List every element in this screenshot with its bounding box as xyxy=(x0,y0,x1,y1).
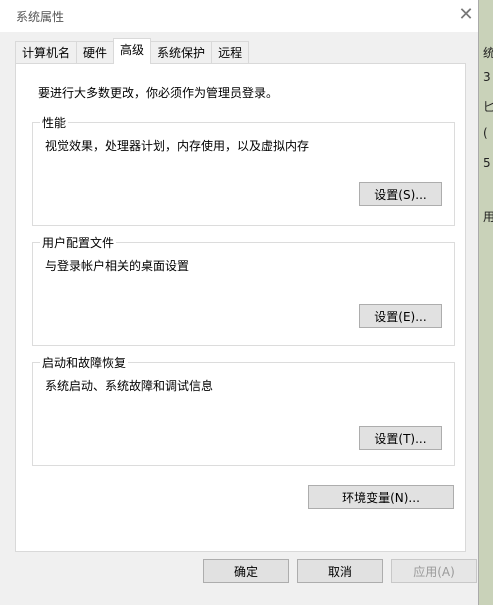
bg-glyph: ( xyxy=(483,126,488,140)
startup-recovery-group: 启动和故障恢复 系统启动、系统故障和调试信息 设置(T)... xyxy=(32,354,455,466)
window-title: 系统属性 xyxy=(16,10,65,24)
tab-hardware[interactable]: 硬件 xyxy=(76,41,115,64)
apply-button[interactable]: 应用(A) xyxy=(391,559,477,583)
user-profiles-group: 用户配置文件 与登录帐户相关的桌面设置 设置(E)... xyxy=(32,234,455,346)
tab-system-protection[interactable]: 系统保护 xyxy=(150,41,213,64)
performance-group: 性能 视觉效果，处理器计划，内存使用，以及虚拟内存 设置(S)... xyxy=(32,114,455,226)
tab-bar: 计算机名 硬件 高级 系统保护 远程 xyxy=(15,38,250,65)
background-window-right: 统 3 匕 ( 5 用 xyxy=(478,0,493,605)
bg-glyph: 5 xyxy=(483,156,491,170)
group-title: 用户配置文件 xyxy=(40,234,117,251)
tab-advanced[interactable]: 高级 xyxy=(113,38,152,64)
tab-remote[interactable]: 远程 xyxy=(211,41,250,64)
bg-glyph: 用 xyxy=(483,210,493,224)
bg-glyph: 统 xyxy=(483,46,493,60)
close-button[interactable]: ✕ xyxy=(455,4,477,26)
group-title: 启动和故障恢复 xyxy=(40,354,129,371)
admin-notice: 要进行大多数更改，你必须作为管理员登录。 xyxy=(38,86,279,100)
system-properties-dialog: 系统属性 ✕ 计算机名 硬件 高级 系统保护 远程 要进行大多数更改，你必须作为… xyxy=(0,0,479,605)
group-description: 视觉效果，处理器计划，内存使用，以及虚拟内存 xyxy=(45,139,310,153)
advanced-tab-panel: 要进行大多数更改，你必须作为管理员登录。 性能 视觉效果，处理器计划，内存使用，… xyxy=(15,63,466,552)
tab-computer-name[interactable]: 计算机名 xyxy=(15,41,78,64)
bg-glyph: 3 xyxy=(483,70,491,84)
performance-settings-button[interactable]: 设置(S)... xyxy=(359,182,442,206)
bg-glyph: 匕 xyxy=(483,100,493,114)
user-profiles-settings-button[interactable]: 设置(E)... xyxy=(359,304,442,328)
title-bar[interactable]: 系统属性 ✕ xyxy=(0,0,478,32)
group-description: 与登录帐户相关的桌面设置 xyxy=(45,259,190,273)
startup-recovery-settings-button[interactable]: 设置(T)... xyxy=(359,426,442,450)
cancel-button[interactable]: 取消 xyxy=(297,559,383,583)
group-title: 性能 xyxy=(40,114,69,131)
ok-button[interactable]: 确定 xyxy=(203,559,289,583)
environment-variables-button[interactable]: 环境变量(N)... xyxy=(308,485,454,509)
close-icon: ✕ xyxy=(458,4,474,25)
group-description: 系统启动、系统故障和调试信息 xyxy=(45,379,214,393)
